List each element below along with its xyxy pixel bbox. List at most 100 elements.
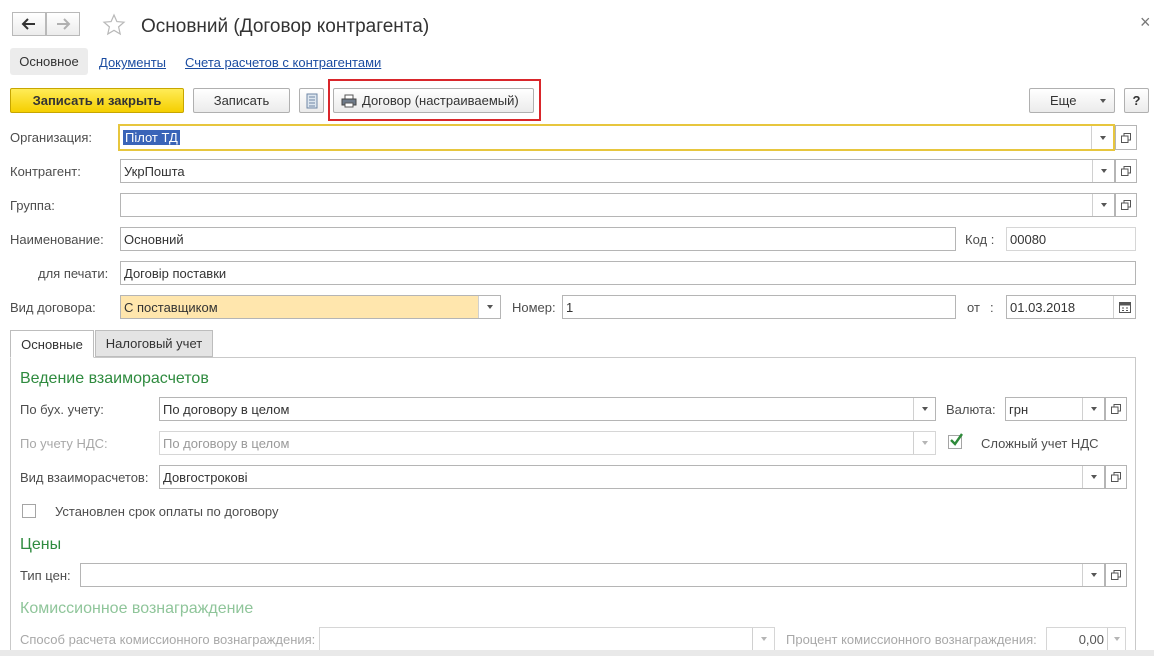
price-type-field[interactable]	[80, 563, 1105, 587]
open-window-icon	[1111, 404, 1121, 414]
nav-tab-documents[interactable]: Документы	[99, 55, 166, 70]
contract-type-value: С поставщиком	[124, 299, 218, 315]
settlement-type-value: Довгостроковi	[163, 469, 248, 485]
currency-dropdown-icon[interactable]	[1082, 398, 1104, 420]
more-button[interactable]: Еще	[1029, 88, 1115, 113]
vat-accounting-dropdown-icon	[913, 432, 935, 454]
settlement-type-open-button[interactable]	[1105, 465, 1127, 489]
print-contract-button[interactable]: Договор (настраиваемый)	[333, 88, 534, 113]
printer-icon	[341, 94, 357, 107]
counterparty-open-button[interactable]	[1115, 159, 1137, 183]
date-field[interactable]: 01.03.2018	[1006, 295, 1136, 319]
accounting-label: По бух. учету:	[20, 402, 104, 417]
accounting-dropdown-icon[interactable]	[913, 398, 935, 420]
code-field: 00080	[1006, 227, 1136, 251]
back-button[interactable]	[12, 12, 46, 36]
checkmark-icon	[950, 433, 963, 446]
counterparty-dropdown-icon[interactable]	[1092, 160, 1114, 182]
more-label: Еще	[1050, 93, 1077, 108]
open-window-icon	[1121, 200, 1131, 210]
forward-button[interactable]	[46, 12, 80, 36]
print-name-label: для печати:	[38, 266, 109, 281]
group-dropdown-icon[interactable]	[1092, 194, 1114, 216]
open-window-icon	[1111, 472, 1121, 482]
open-window-icon	[1121, 132, 1131, 143]
calculator-icon	[1107, 628, 1125, 650]
currency-value: грн	[1009, 401, 1029, 417]
currency-open-button[interactable]	[1105, 397, 1127, 421]
open-window-icon	[1121, 166, 1131, 176]
name-value: Основний	[124, 231, 184, 247]
contract-type-label: Вид договора:	[10, 300, 96, 315]
payment-term-label: Установлен срок оплаты по договору	[55, 504, 279, 519]
vat-accounting-value: По договору в целом	[163, 435, 290, 451]
commission-method-field	[319, 627, 775, 651]
save-button[interactable]: Записать	[193, 88, 290, 113]
organization-open-button[interactable]	[1115, 125, 1137, 150]
currency-label: Валюта:	[946, 402, 996, 417]
currency-field[interactable]: грн	[1005, 397, 1105, 421]
code-value: 00080	[1010, 231, 1047, 247]
code-label: Код :	[965, 232, 995, 247]
vat-accounting-label: По учету НДС:	[20, 436, 108, 451]
price-type-dropdown-icon[interactable]	[1082, 564, 1104, 586]
help-button[interactable]: ?	[1124, 88, 1149, 113]
payment-term-checkbox[interactable]	[22, 504, 36, 518]
print-name-value: Договiр поставки	[124, 265, 227, 281]
organization-label: Организация:	[10, 130, 93, 145]
date-colon: :	[990, 300, 994, 315]
open-window-icon	[1111, 570, 1121, 580]
name-field[interactable]: Основний	[120, 227, 956, 251]
prices-heading: Цены	[20, 536, 62, 553]
structure-button[interactable]	[299, 88, 324, 113]
window-title: Основний (Договор контрагента)	[141, 16, 430, 37]
complex-vat-checkbox[interactable]	[948, 433, 963, 449]
arrow-right-icon	[57, 18, 71, 30]
complex-vat-label: Сложный учет НДС	[981, 436, 1099, 451]
vat-accounting-field: По договору в целом	[159, 431, 936, 455]
date-label: от	[967, 300, 980, 315]
price-type-open-button[interactable]	[1105, 563, 1127, 587]
bottom-scroll-strip	[0, 650, 1154, 656]
group-field[interactable]	[120, 193, 1115, 217]
number-value: 1	[566, 299, 574, 315]
document-stack-icon	[306, 93, 317, 108]
favorite-star-icon[interactable]	[102, 13, 126, 40]
print-contract-label: Договор (настраиваемый)	[362, 93, 519, 108]
group-open-button[interactable]	[1115, 193, 1137, 217]
settlement-type-label: Вид взаиморасчетов:	[20, 470, 149, 485]
calendar-icon	[1118, 302, 1131, 313]
counterparty-field[interactable]: УкрПошта	[120, 159, 1115, 183]
commission-percent-label: Процент комиссионного вознаграждения:	[786, 632, 1037, 647]
organization-value: Пiлот ТД	[123, 130, 180, 145]
close-icon[interactable]: ×	[1140, 12, 1151, 33]
commission-method-dropdown-icon	[752, 628, 774, 650]
accounting-value: По договору в целом	[163, 401, 290, 417]
save-and-close-button[interactable]: Записать и закрыть	[10, 88, 184, 113]
calendar-button[interactable]	[1113, 296, 1135, 318]
contract-type-field[interactable]: С поставщиком	[120, 295, 501, 319]
price-type-label: Тип цен:	[20, 568, 71, 583]
group-label: Группа:	[10, 198, 55, 213]
nav-tab-settlement-accounts[interactable]: Счета расчетов с контрагентами	[185, 55, 381, 70]
settlement-type-dropdown-icon[interactable]	[1082, 466, 1104, 488]
tab-tax-accounting[interactable]: Налоговый учет	[95, 330, 213, 357]
counterparty-label: Контрагент:	[10, 164, 81, 179]
arrow-left-icon	[21, 18, 35, 30]
chevron-down-icon	[1100, 99, 1106, 103]
nav-tab-main[interactable]: Основное	[10, 48, 88, 75]
counterparty-value: УкрПошта	[124, 163, 185, 179]
contract-type-dropdown-icon[interactable]	[478, 296, 500, 318]
print-name-field[interactable]: Договiр поставки	[120, 261, 1136, 285]
accounting-field[interactable]: По договору в целом	[159, 397, 936, 421]
commission-heading: Комиссионное вознаграждение	[20, 600, 254, 617]
settlement-type-field[interactable]: Довгостроковi	[159, 465, 1105, 489]
settlements-heading: Ведение взаиморасчетов	[20, 370, 209, 387]
commission-percent-value: 0,00	[1078, 631, 1104, 647]
organization-field[interactable]: Пiлот ТД	[118, 124, 1115, 151]
organization-dropdown-icon[interactable]	[1091, 126, 1113, 149]
commission-method-label: Способ расчета комиссионного вознагражде…	[20, 632, 316, 647]
date-value: 01.03.2018	[1010, 299, 1076, 315]
tab-main[interactable]: Основные	[10, 330, 94, 358]
number-field[interactable]: 1	[562, 295, 956, 319]
